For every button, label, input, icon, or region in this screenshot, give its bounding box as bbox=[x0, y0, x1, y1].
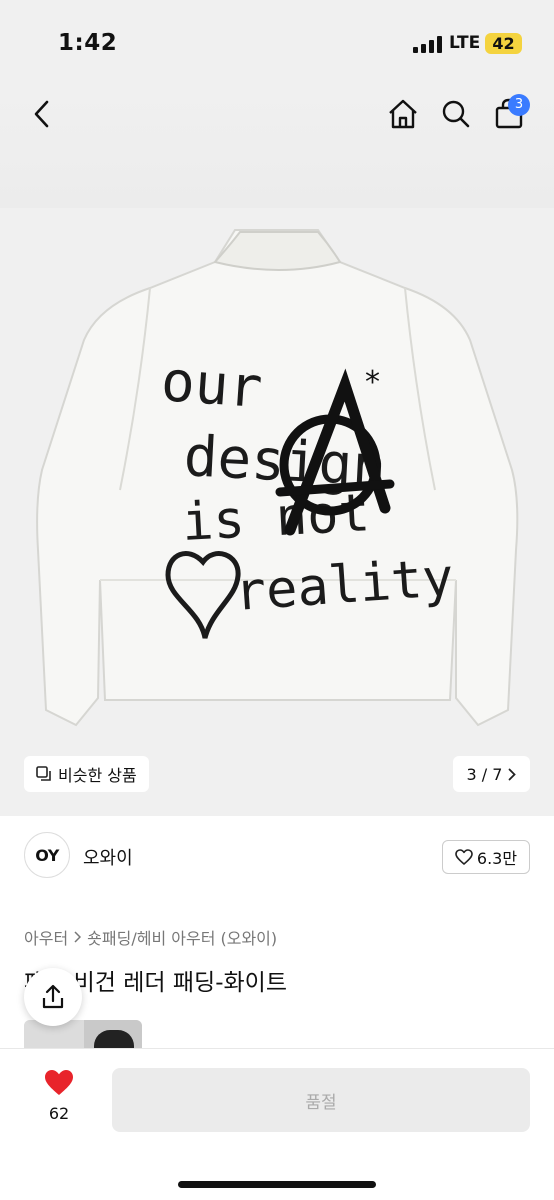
sold-out-button[interactable]: 품절 bbox=[112, 1068, 530, 1132]
bottom-action-bar: 62 품절 bbox=[0, 1048, 554, 1200]
home-icon bbox=[389, 99, 417, 129]
chevron-right-icon bbox=[74, 931, 82, 943]
graffiti-word-1: our bbox=[159, 349, 264, 421]
color-option-thumbnails[interactable] bbox=[24, 1020, 142, 1050]
cart-count-badge: 3 bbox=[508, 94, 530, 116]
network-type: LTE bbox=[449, 33, 481, 53]
seller-row: OY 오와이 6.3만 bbox=[24, 832, 530, 882]
wishlist-button[interactable]: 62 bbox=[32, 1069, 86, 1123]
share-button[interactable] bbox=[24, 968, 82, 1026]
home-indicator[interactable] bbox=[178, 1181, 376, 1188]
breadcrumb-level-1[interactable]: 아우터 bbox=[24, 925, 68, 949]
battery-indicator: 42 bbox=[485, 33, 522, 54]
brand-like-count: 6.3만 bbox=[476, 849, 518, 868]
signal-icon bbox=[413, 36, 443, 53]
page-counter-text: 3 / 7 bbox=[466, 764, 503, 784]
status-time: 1:42 bbox=[58, 30, 118, 56]
breadcrumb: 아우터 숏패딩/헤비 아우터 (오와이) bbox=[24, 925, 277, 949]
image-page-counter[interactable]: 3 / 7 bbox=[453, 756, 530, 792]
seller-name[interactable]: 오와이 bbox=[83, 844, 133, 870]
brand-like-button[interactable]: 6.3만 bbox=[442, 840, 530, 874]
heart-filled-icon bbox=[45, 1070, 73, 1095]
chevron-left-icon bbox=[34, 100, 49, 128]
top-navigation: 3 bbox=[0, 88, 554, 140]
product-photo-jacket[interactable]: our design is not reality * bbox=[0, 170, 554, 750]
breadcrumb-level-2[interactable]: 숏패딩/헤비 아우터 (오와이) bbox=[87, 925, 277, 949]
similar-products-label: 비슷한 상품 bbox=[58, 766, 137, 785]
search-button[interactable] bbox=[434, 92, 478, 136]
svg-text:*: * bbox=[365, 365, 380, 400]
heart-outline-icon bbox=[455, 849, 473, 865]
thumbnail-black[interactable] bbox=[84, 1020, 142, 1050]
similar-products-button[interactable]: 비슷한 상품 bbox=[24, 756, 149, 792]
search-icon bbox=[442, 100, 470, 128]
wishlist-count: 62 bbox=[48, 1104, 70, 1123]
status-bar: 1:42 LTE 42 bbox=[0, 0, 554, 88]
cart-button[interactable]: 3 bbox=[487, 92, 531, 136]
copy-icon bbox=[36, 766, 51, 781]
back-button[interactable] bbox=[20, 92, 64, 136]
seller-avatar[interactable]: OY bbox=[24, 832, 70, 878]
share-icon bbox=[42, 984, 64, 1009]
chevron-right-icon bbox=[509, 768, 517, 780]
home-button[interactable] bbox=[381, 92, 425, 136]
